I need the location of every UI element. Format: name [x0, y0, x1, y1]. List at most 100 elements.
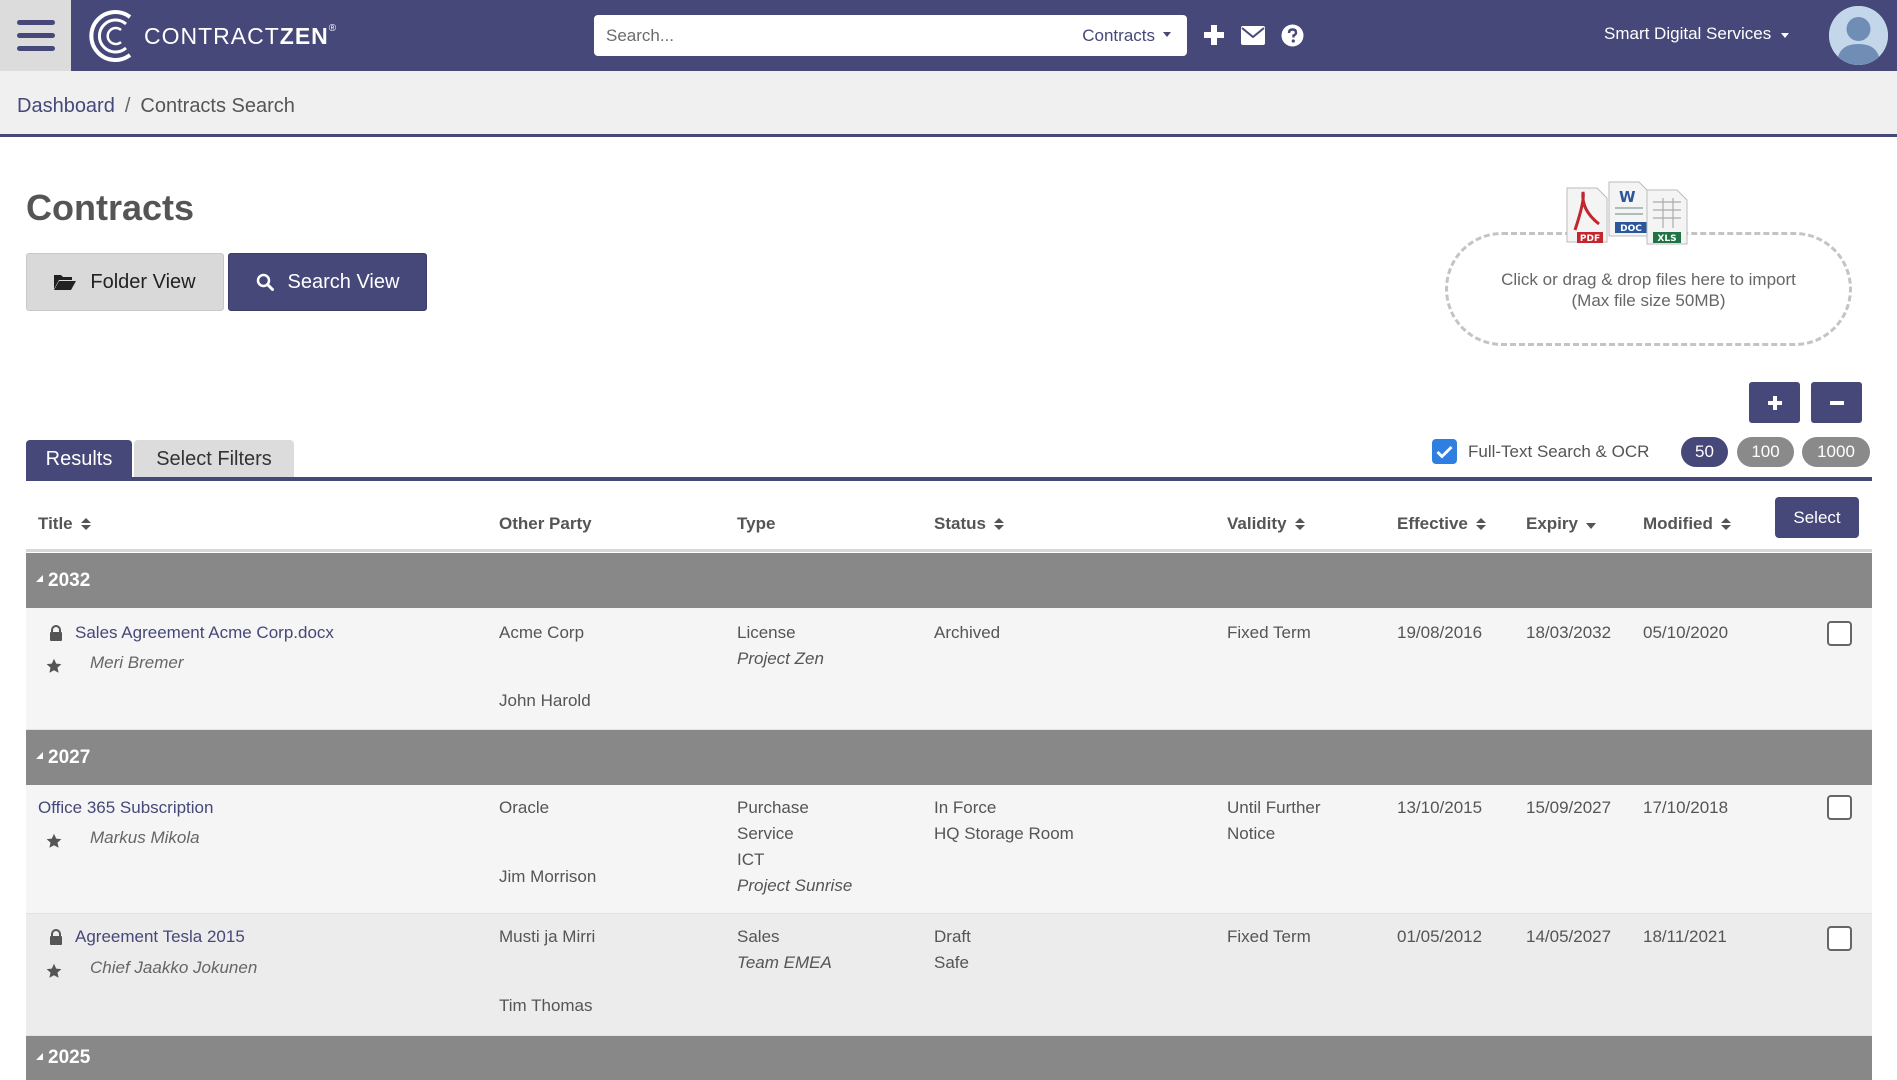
tab-results[interactable]: Results: [26, 440, 132, 478]
collapse-triangle-icon: [36, 1052, 43, 1060]
contract-owner: Meri Bremer: [90, 653, 184, 672]
breadcrumb-dashboard-link[interactable]: Dashboard: [17, 95, 115, 118]
row-select-checkbox[interactable]: [1827, 795, 1852, 820]
plus-icon: [1767, 395, 1782, 410]
table-row: Sales Agreement Acme Corp.docx Meri Brem…: [26, 608, 1872, 730]
file-types-icon: PDF W DOC XLS: [1566, 181, 1688, 245]
avatar[interactable]: [1829, 6, 1888, 65]
column-header-effective[interactable]: Effective: [1397, 514, 1486, 534]
svg-text:XLS: XLS: [1657, 234, 1676, 244]
status-cell: Draft Safe: [934, 927, 971, 972]
global-search: Contracts: [594, 15, 1187, 56]
effective-date-cell: 01/05/2012: [1397, 927, 1483, 946]
group-year: 2025: [48, 1047, 91, 1068]
lock-icon: [48, 929, 64, 945]
column-header-validity[interactable]: Validity: [1227, 514, 1305, 534]
user-silhouette-icon: [1829, 6, 1888, 65]
tab-select-filters[interactable]: Select Filters: [134, 440, 294, 478]
modified-date-cell: 18/11/2021: [1643, 927, 1727, 946]
modified-date-cell: 05/10/2020: [1643, 623, 1729, 642]
group-row-2027[interactable]: 2027: [26, 730, 1872, 785]
minus-icon: [1829, 400, 1844, 405]
folder-view-button[interactable]: Folder View: [26, 253, 224, 311]
column-header-modified[interactable]: Modified: [1643, 514, 1731, 534]
validity-cell: Fixed Term: [1227, 623, 1311, 642]
expiry-date-cell: 14/05/2027: [1526, 927, 1612, 946]
sort-icon: [993, 518, 1004, 530]
contract-title-cell: Office 365 Subscription: [38, 795, 213, 821]
contact-person-cell: Tim Thomas: [499, 996, 593, 1015]
checkmark-icon: [1436, 445, 1453, 458]
page-size-1000-button[interactable]: 1000: [1802, 437, 1870, 467]
sort-icon: [1720, 518, 1731, 530]
ocr-option: Full-Text Search & OCR: [1432, 439, 1649, 464]
app-logo[interactable]: CONTRACTZEN®: [86, 6, 337, 66]
contract-title-link[interactable]: Sales Agreement Acme Corp.docx: [75, 623, 334, 642]
breadcrumb-bar: Dashboard / Contracts Search: [0, 71, 1897, 137]
search-view-button[interactable]: Search View: [228, 253, 427, 311]
collapse-all-button[interactable]: [1811, 382, 1862, 423]
validity-cell: Until Further Notice: [1227, 798, 1321, 843]
collapse-triangle-icon: [36, 575, 43, 582]
group-row-2025[interactable]: 2025: [26, 1036, 1872, 1080]
page-title: Contracts: [26, 187, 195, 228]
search-input[interactable]: [606, 15, 1046, 56]
star-icon[interactable]: [46, 963, 62, 979]
ocr-label: Full-Text Search & OCR: [1468, 441, 1650, 461]
type-cell: Sales Team EMEA: [737, 927, 832, 972]
chevron-down-icon: [1781, 33, 1790, 38]
top-navbar: CONTRACTZEN® Contracts Smart Digital Ser…: [0, 0, 1897, 71]
validity-cell: Fixed Term: [1227, 927, 1311, 946]
column-header-title[interactable]: Title: [38, 514, 91, 534]
other-party-cell: Musti ja Mirri: [499, 927, 596, 946]
select-button[interactable]: Select: [1775, 497, 1859, 538]
column-header-expiry[interactable]: Expiry: [1526, 514, 1596, 534]
group-row-2032[interactable]: 2032: [26, 553, 1872, 608]
type-cell: License Project Zen: [737, 623, 824, 668]
star-icon[interactable]: [46, 658, 62, 674]
column-header-other-party: Other Party: [499, 514, 592, 533]
dropzone-max-size: (Max file size 50MB): [1571, 291, 1726, 310]
expiry-date-cell: 18/03/2032: [1526, 623, 1612, 642]
contract-title-cell: Agreement Tesla 2015: [75, 924, 245, 950]
type-cell: Purchase Service ICT Project Sunrise: [737, 798, 853, 895]
page-size-50-button[interactable]: 50: [1681, 437, 1728, 467]
row-select-checkbox[interactable]: [1827, 621, 1852, 646]
star-icon[interactable]: [46, 833, 62, 849]
sort-icon: [1294, 518, 1305, 530]
hamburger-menu-icon[interactable]: [0, 0, 71, 71]
page-size-100-button[interactable]: 100: [1737, 437, 1794, 467]
dropzone-instructions: Click or drag & drop files here to impor…: [1501, 270, 1796, 289]
lock-icon: [48, 625, 64, 641]
ocr-checkbox[interactable]: [1432, 439, 1457, 464]
contract-title-link[interactable]: Agreement Tesla 2015: [75, 927, 245, 946]
svg-text:DOC: DOC: [1620, 224, 1642, 234]
envelope-icon[interactable]: [1240, 22, 1266, 48]
account-name: Smart Digital Services: [1604, 24, 1772, 43]
expiry-date-cell: 15/09/2027: [1526, 798, 1612, 817]
file-dropzone[interactable]: Click or drag & drop files here to impor…: [1445, 232, 1852, 346]
question-circle-icon[interactable]: [1279, 22, 1305, 48]
status-cell: Archived: [934, 623, 1001, 642]
modified-date-cell: 17/10/2018: [1643, 798, 1729, 817]
contract-title-cell: Sales Agreement Acme Corp.docx: [75, 620, 334, 646]
contact-person-cell: Jim Morrison: [499, 867, 597, 886]
contract-title-link[interactable]: Office 365 Subscription: [38, 798, 213, 817]
contact-person-cell: John Harold: [499, 691, 591, 710]
search-scope-dropdown[interactable]: Contracts: [1082, 26, 1171, 46]
svg-text:W: W: [1619, 188, 1636, 206]
expand-all-button[interactable]: [1749, 382, 1800, 423]
breadcrumb-current: Contracts Search: [140, 95, 295, 117]
effective-date-cell: 13/10/2015: [1397, 798, 1483, 817]
sort-icon: [1475, 518, 1486, 530]
column-header-status[interactable]: Status: [934, 514, 1004, 534]
search-scope-label: Contracts: [1082, 26, 1155, 45]
chevron-down-icon: [1163, 31, 1171, 37]
contract-owner: Chief Jaakko Jokunen: [90, 958, 258, 977]
account-dropdown[interactable]: Smart Digital Services: [1604, 24, 1790, 44]
row-select-checkbox[interactable]: [1827, 926, 1852, 951]
other-party-cell: Oracle: [499, 798, 550, 817]
other-party-cell: Acme Corp: [499, 623, 585, 642]
plus-icon[interactable]: [1201, 22, 1227, 48]
group-year: 2032: [48, 569, 91, 591]
